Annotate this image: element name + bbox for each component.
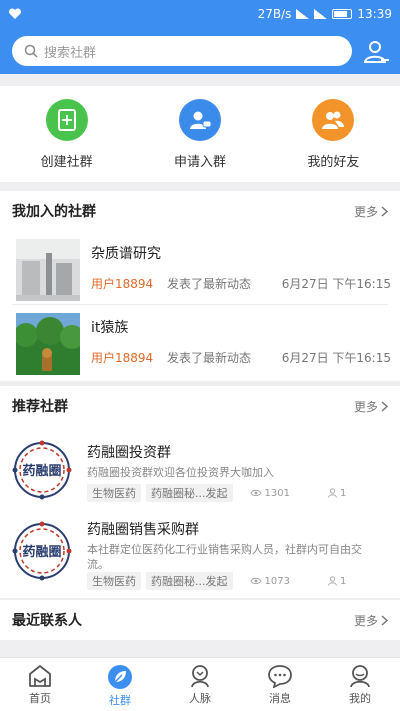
svg-text:药融圈: 药融圈 [22,463,61,479]
search-input[interactable]: 搜索社群 [12,36,352,66]
tab-label: 社群 [109,694,131,707]
quick-actions: 创建社群 申请入群 我的好友 [0,86,400,182]
activity-meta: 用户18894 发表了最新动态 6月27日 下午16:15 [91,275,391,292]
friends-icon [312,99,355,141]
community-meta: 生物医药 药融圈秘...发起 1073 1 [87,572,377,590]
network-speed: 27B/s [257,7,292,21]
list-item[interactable]: 药融圈 药融圈销售采购群 本社群定位医药化工行业销售采购人员，社群内可自由交流。… [12,509,388,597]
signal-icon [314,9,328,19]
user-icon[interactable] [362,38,390,66]
profile-icon [350,665,370,688]
header: 搜索社群 [0,30,400,74]
home-icon [29,665,51,687]
my-friends-label: 我的好友 [307,155,360,170]
list-item[interactable]: 药融圈 药融圈投资群 药融圈投资群欢迎各位投资界大咖加入 生物医药 药融圈秘..… [12,432,388,509]
status-bar: 27B/s 13:39 [0,0,400,30]
svg-text:药融圈: 药融圈 [22,544,61,560]
category-tag: 生物医药 [87,484,141,502]
signal-icon [296,9,310,19]
activity-text: 发表了最新动态 [167,277,252,291]
activity-text: 发表了最新动态 [167,351,252,365]
create-community-button[interactable]: 创建社群 [0,86,133,182]
join-request-button[interactable]: 申请入群 [133,86,266,182]
view-count: 1073 [249,576,290,587]
member-count: 1 [327,576,346,587]
member-count: 1 [327,488,346,499]
tab-profile[interactable]: 我的 [320,658,400,711]
recent-contacts-section: 最近联系人 更多 [0,600,400,640]
category-tag: 生物医药 [87,572,141,590]
tab-home[interactable]: 首页 [0,658,80,711]
join-request-icon [178,99,221,141]
more-link[interactable]: 更多 [354,612,388,629]
community-name: 药融圈销售采购群 [87,522,199,538]
more-link[interactable]: 更多 [354,398,388,415]
eye-icon [249,489,262,497]
tab-label: 人脉 [189,692,211,705]
connections-icon [191,665,209,688]
tab-community[interactable]: 社群 [80,658,160,711]
list-item[interactable]: 杂质谱研究 用户18894 发表了最新动态 6月27日 下午16:15 [12,231,391,305]
create-community-label: 创建社群 [40,155,93,170]
chevron-right-icon [381,205,388,217]
community-meta: 生物医药 药融圈秘...发起 1301 1 [87,484,377,502]
person-icon [327,576,337,586]
chevron-right-icon [381,400,388,412]
create-plus-icon [45,99,88,141]
person-icon [327,488,337,498]
my-friends-button[interactable]: 我的好友 [267,86,400,182]
community-name: 杂质谱研究 [91,246,161,262]
community-logo: 药融圈 [12,440,72,500]
contacts-section-header: 最近联系人 更多 [0,600,400,640]
community-logo: 药融圈 [12,521,72,581]
lab-thumbnail [16,239,80,301]
community-name: it猿族 [91,320,129,336]
message-icon [268,665,292,688]
battery-icon [332,9,353,19]
joined-section-header: 我加入的社群 更多 [0,191,400,231]
recommended-section-header: 推荐社群 更多 [0,386,400,426]
activity-time: 6月27日 下午16:15 [281,277,391,291]
eye-icon [249,577,262,585]
community-description: 药融圈投资群欢迎各位投资界大咖加入 [87,466,274,479]
user-id: 用户18894 [91,277,154,291]
forest-thumbnail [16,313,80,375]
activity-meta: 用户18894 发表了最新动态 6月27日 下午16:15 [91,349,391,366]
search-placeholder: 搜索社群 [44,45,97,61]
section-title: 最近联系人 [12,613,82,629]
heart-icon [8,8,22,19]
author-tag: 药融圈秘...发起 [146,484,233,502]
clock: 13:39 [357,7,392,21]
chevron-right-icon [381,614,388,626]
tab-connections[interactable]: 人脉 [160,658,240,711]
more-link[interactable]: 更多 [354,203,388,220]
joined-communities-section: 我加入的社群 更多 杂质谱研究 用户18894 发表了最新动态 6月27日 下午… [0,191,400,381]
activity-time: 6月27日 下午16:15 [281,351,391,365]
tab-label: 我的 [349,692,371,705]
tab-messages[interactable]: 消息 [240,658,320,711]
join-request-label: 申请入群 [173,155,226,170]
tab-label: 首页 [29,692,51,705]
community-icon [108,665,132,689]
recommended-communities-section: 推荐社群 更多 药融圈 药融圈投资群 药融圈投资群欢迎各位投资界大咖加入 生物医… [0,386,400,598]
list-item[interactable]: it猿族 用户18894 发表了最新动态 6月27日 下午16:15 [12,305,391,379]
view-count: 1301 [249,488,290,499]
user-id: 用户18894 [91,351,154,365]
section-title: 我加入的社群 [12,204,96,220]
section-title: 推荐社群 [12,399,68,415]
search-icon [24,44,38,58]
author-tag: 药融圈秘...发起 [146,572,233,590]
community-description: 本社群定位医药化工行业销售采购人员，社群内可自由交流。 [87,543,362,571]
tab-label: 消息 [269,692,291,705]
bottom-tab-bar: 首页 社群 人脉 消息 我的 [0,657,400,711]
community-name: 药融圈投资群 [87,445,171,461]
